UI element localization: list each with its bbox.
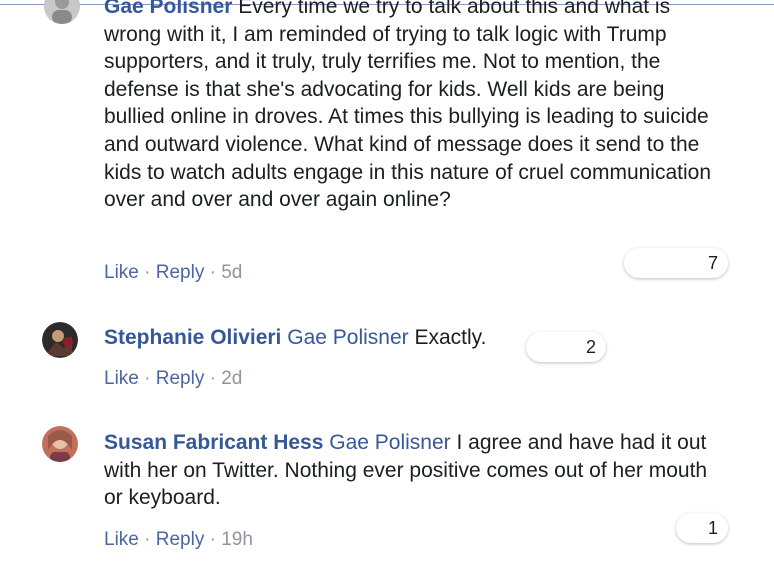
author-link[interactable]: Gae Polisner xyxy=(104,0,232,18)
comment-body: Gae Polisner Every time we try to talk a… xyxy=(104,0,724,214)
separator: · xyxy=(209,262,216,283)
reply-button[interactable]: Reply xyxy=(156,262,205,283)
separator: · xyxy=(209,529,216,550)
reply-button[interactable]: Reply xyxy=(156,368,205,389)
avatar[interactable] xyxy=(44,0,80,24)
comment-actions: Like · Reply · 2d xyxy=(104,368,242,390)
timestamp[interactable]: 2d xyxy=(221,368,242,389)
comment-actions: Like · Reply · 5d xyxy=(104,262,242,284)
reaction-count[interactable]: 2 xyxy=(526,332,606,362)
author-link[interactable]: Stephanie Olivieri xyxy=(104,326,281,349)
comment-body: Susan Fabricant Hess Gae Polisner I agre… xyxy=(104,429,724,512)
timestamp[interactable]: 19h xyxy=(221,529,253,550)
comment-actions: Like · Reply · 19h xyxy=(104,529,253,551)
mention-link[interactable]: Gae Polisner xyxy=(329,431,450,454)
mention-link[interactable]: Gae Polisner xyxy=(287,326,408,349)
comment-text: Exactly. xyxy=(414,326,487,349)
comment-body: Stephanie Olivieri Gae Polisner Exactly. xyxy=(104,324,724,352)
reaction-count[interactable]: 1 xyxy=(676,513,728,543)
separator: · xyxy=(144,529,151,550)
avatar[interactable] xyxy=(42,426,78,462)
like-button[interactable]: Like xyxy=(104,262,139,283)
comment-text: Every time we try to talk about this and… xyxy=(104,0,712,212)
author-link[interactable]: Susan Fabricant Hess xyxy=(104,431,323,454)
like-button[interactable]: Like xyxy=(104,529,139,550)
timestamp[interactable]: 5d xyxy=(221,262,242,283)
like-button[interactable]: Like xyxy=(104,368,139,389)
separator: · xyxy=(144,262,151,283)
separator: · xyxy=(209,368,216,389)
avatar[interactable] xyxy=(42,322,78,358)
reaction-count[interactable]: 7 xyxy=(624,248,728,278)
separator: · xyxy=(144,368,151,389)
reply-button[interactable]: Reply xyxy=(156,529,205,550)
